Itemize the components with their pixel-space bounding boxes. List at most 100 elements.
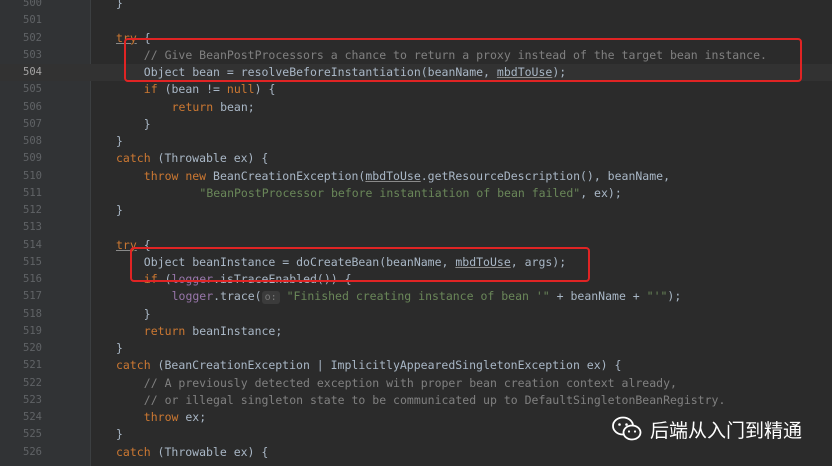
code-text[interactable]: catch (BeanCreationException | Implicitl… — [116, 357, 621, 374]
code-text[interactable]: } — [116, 202, 123, 219]
wechat-icon — [612, 416, 642, 441]
code-text[interactable]: } — [116, 133, 123, 150]
line-number: 523 — [23, 393, 42, 406]
code-line[interactable]: 519 return beanInstance; — [0, 323, 832, 340]
code-token: ex; — [178, 410, 207, 424]
code-token: throw new — [143, 168, 207, 183]
line-number: 506 — [23, 100, 42, 113]
code-text[interactable]: } — [116, 340, 123, 357]
code-line[interactable]: 518} — [0, 306, 832, 323]
code-text[interactable]: logger.trace(o: "Finished creating insta… — [171, 288, 682, 305]
code-line[interactable]: 513 — [0, 219, 832, 236]
line-number: 522 — [23, 376, 42, 389]
code-token: (Throwable ex) { — [150, 444, 269, 459]
code-token: ); — [667, 289, 682, 304]
code-line[interactable]: 521 catch (BeanCreationException | Implic… — [0, 357, 832, 374]
line-number: 526 — [23, 445, 42, 458]
code-line[interactable]: 511 "BeanPostProcessor before instantiati… — [0, 185, 832, 202]
code-token: return — [143, 323, 186, 338]
code-line[interactable]: 507} — [0, 116, 832, 133]
code-line[interactable]: 526 catch (Throwable ex) { — [0, 444, 832, 461]
code-token: (Throwable ex) { — [150, 151, 269, 166]
code-token: throw — [143, 410, 179, 424]
code-line[interactable]: 512} — [0, 202, 832, 219]
code-token: "Finished creating instance of bean '" — [286, 289, 550, 304]
line-number: 524 — [23, 411, 42, 423]
code-token: "'" — [646, 289, 668, 304]
line-number: 514 — [23, 238, 42, 251]
line-number: 517 — [23, 290, 42, 303]
code-text[interactable]: catch (Throwable ex) { — [116, 444, 268, 461]
code-text[interactable]: "BeanPostProcessor before instantiation … — [199, 185, 621, 202]
code-token: .getResourceDescription(), beanName, — [420, 168, 670, 183]
code-token: // A previously detected exception with … — [143, 375, 677, 390]
code-text[interactable]: // or illegal singleton state to be comm… — [144, 392, 726, 409]
line-number: 525 — [23, 428, 42, 441]
code-text[interactable]: return beanInstance; — [144, 323, 282, 340]
line-number: 508 — [23, 135, 42, 147]
code-token: beanInstance; — [185, 323, 283, 338]
code-line[interactable]: 508} — [0, 133, 832, 150]
code-token: // or illegal singleton state to be comm… — [143, 392, 726, 407]
code-token: if — [143, 82, 158, 97]
line-number: 505 — [23, 83, 42, 96]
code-token: catch — [116, 151, 151, 166]
code-token: } — [116, 341, 123, 355]
code-token: (bean != — [157, 82, 227, 97]
code-text[interactable]: } — [116, 426, 123, 443]
line-number: 502 — [23, 31, 42, 44]
code-token: .trace( — [213, 289, 262, 304]
code-token: catch — [116, 358, 151, 373]
code-token: } — [116, 203, 123, 217]
line-number: 507 — [23, 117, 42, 130]
code-token: } — [116, 427, 123, 442]
code-token: mbdToUse — [365, 168, 421, 183]
code-line[interactable]: 517 logger.trace(o: "Finished creating in… — [0, 288, 832, 305]
code-token: } — [116, 134, 123, 148]
code-token: } — [116, 0, 123, 10]
code-text[interactable]: catch (Throwable ex) { — [116, 150, 268, 167]
code-line[interactable]: 509 catch (Throwable ex) { — [0, 150, 832, 167]
code-line[interactable]: 510 throw new BeanCreationException(mbdTo… — [0, 168, 832, 185]
code-text[interactable]: // A previously detected exception with … — [144, 375, 677, 392]
code-line[interactable]: 522 // A previously detected exception wi… — [0, 375, 832, 392]
code-token: } — [143, 116, 151, 131]
code-text[interactable]: } — [116, 0, 123, 12]
line-number: 520 — [23, 342, 42, 354]
line-number: 501 — [23, 14, 42, 27]
line-number: 509 — [23, 152, 42, 165]
code-text[interactable]: if (bean != null) { — [144, 81, 276, 98]
code-text[interactable]: throw new BeanCreationException(mbdToUse… — [144, 168, 670, 185]
code-token: return — [171, 99, 214, 114]
code-text[interactable]: } — [144, 306, 151, 323]
code-token: , ex); — [580, 185, 622, 200]
code-token: logger — [171, 289, 214, 304]
highlight-box-do-create-bean — [130, 247, 590, 282]
code-token: (BeanCreationException | ImplicitlyAppea… — [150, 358, 622, 373]
code-token: "BeanPostProcessor before instantiation … — [199, 185, 581, 200]
line-number: 510 — [23, 169, 42, 182]
code-line[interactable]: 523 // or illegal singleton state to be c… — [0, 392, 832, 409]
line-number: 511 — [23, 186, 42, 199]
code-line[interactable]: 500} — [0, 0, 832, 12]
code-token: } — [143, 306, 151, 321]
code-text[interactable]: throw ex; — [144, 409, 206, 426]
highlight-box-resolve-before-instantiation — [124, 38, 802, 82]
line-number: 516 — [23, 273, 42, 285]
code-text[interactable]: return bean; — [172, 99, 255, 116]
watermark: 后端从入门到精通 — [612, 414, 802, 444]
line-number: 518 — [23, 307, 42, 320]
code-token: null — [226, 82, 255, 97]
code-token: catch — [116, 444, 151, 459]
parameter-hint: o: — [261, 291, 280, 305]
code-editor[interactable]: 500} 501 502 try {503// Give BeanPostProces… — [0, 0, 832, 466]
line-number: 515 — [23, 255, 42, 268]
code-line[interactable]: 505 if (bean != null) { — [0, 81, 832, 98]
code-line[interactable]: 520} — [0, 340, 832, 357]
code-token: bean; — [213, 99, 255, 114]
code-line[interactable]: 506 return bean; — [0, 99, 832, 116]
code-line[interactable]: 501 — [0, 12, 832, 29]
line-number: 521 — [23, 359, 42, 372]
code-text[interactable]: } — [144, 116, 151, 133]
